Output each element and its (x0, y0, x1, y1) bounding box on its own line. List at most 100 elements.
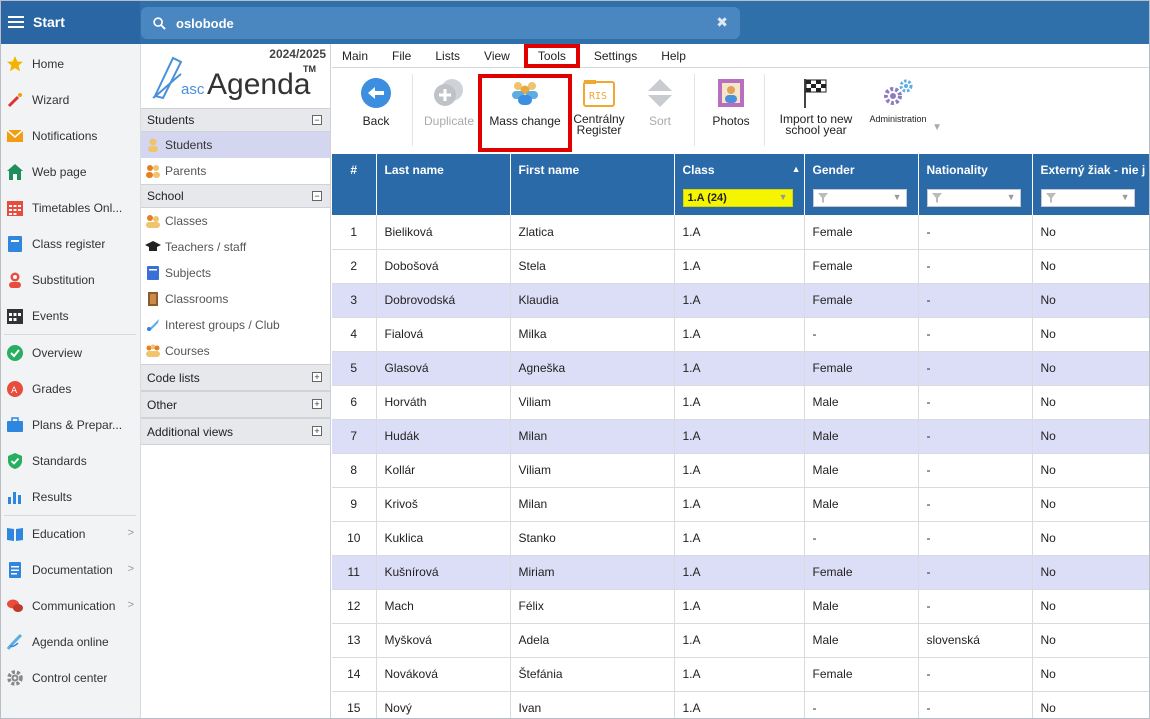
class-filter-dropdown[interactable]: 1.A (24) ▼ (682, 189, 793, 207)
cell-nationality[interactable]: - (918, 317, 1033, 352)
table-row[interactable]: 4 Fialová Milka 1.A - - No (332, 317, 1150, 352)
column-header-nationality[interactable]: Nationality ▼ (918, 154, 1033, 215)
cell-class[interactable]: 1.A (674, 555, 805, 590)
column-header-external-student[interactable]: Externý žiak - nie j ▼ (1032, 154, 1150, 215)
cell-number[interactable]: 8 (332, 453, 377, 488)
cell-last-name[interactable]: Kollár (376, 453, 511, 488)
cell-last-name[interactable]: Kuklica (376, 521, 511, 556)
cell-gender[interactable]: Female (804, 555, 919, 590)
cell-number[interactable]: 1 (332, 215, 377, 250)
cell-nationality[interactable]: slovenská (918, 623, 1033, 658)
cell-gender[interactable]: Male (804, 385, 919, 420)
cell-first-name[interactable]: Klaudia (510, 283, 675, 318)
menu-file[interactable]: File (382, 44, 421, 68)
sub-item-courses[interactable]: Courses (141, 338, 330, 364)
cell-nationality[interactable]: - (918, 691, 1033, 719)
table-row[interactable]: 7 Hudák Milan 1.A Male - No (332, 419, 1150, 454)
cell-external[interactable]: No (1032, 249, 1150, 284)
sub-item-parents[interactable]: Parents (141, 158, 330, 184)
expand-icon[interactable]: + (312, 399, 322, 409)
cell-class[interactable]: 1.A (674, 657, 805, 692)
cell-nationality[interactable]: - (918, 283, 1033, 318)
cell-number[interactable]: 14 (332, 657, 377, 692)
cell-external[interactable]: No (1032, 385, 1150, 420)
section-school[interactable]: School − (141, 184, 330, 208)
nav-item-education[interactable]: Education > (0, 516, 140, 552)
nav-item-documentation[interactable]: Documentation > (0, 552, 140, 588)
cell-number[interactable]: 10 (332, 521, 377, 556)
section-code-lists[interactable]: Code lists + (141, 364, 330, 391)
cell-class[interactable]: 1.A (674, 691, 805, 719)
cell-nationality[interactable]: - (918, 385, 1033, 420)
cell-first-name[interactable]: Stela (510, 249, 675, 284)
cell-last-name[interactable]: Dobrovodská (376, 283, 511, 318)
search-input[interactable]: oslobode ✖ (141, 7, 740, 39)
cell-first-name[interactable]: Ivan (510, 691, 675, 719)
menu-tools[interactable]: Tools (523, 43, 580, 68)
cell-nationality[interactable]: - (918, 657, 1033, 692)
cell-class[interactable]: 1.A (674, 623, 805, 658)
table-row[interactable]: 5 Glasová Agneška 1.A Female - No (332, 351, 1150, 386)
nav-item-standards[interactable]: Standards (0, 443, 140, 479)
cell-number[interactable]: 9 (332, 487, 377, 522)
section-other[interactable]: Other + (141, 391, 330, 418)
sub-item-students[interactable]: Students (141, 132, 330, 158)
cell-last-name[interactable]: Dobošová (376, 249, 511, 284)
cell-external[interactable]: No (1032, 487, 1150, 522)
clear-search-icon[interactable]: ✖ (716, 14, 728, 31)
cell-last-name[interactable]: Fialová (376, 317, 511, 352)
cell-class[interactable]: 1.A (674, 521, 805, 556)
table-row[interactable]: 1 Bieliková Zlatica 1.A Female - No (332, 215, 1150, 250)
table-row[interactable]: 10 Kuklica Stanko 1.A - - No (332, 521, 1150, 556)
cell-last-name[interactable]: Glasová (376, 351, 511, 386)
table-row[interactable]: 15 Nový Ivan 1.A - - No (332, 691, 1150, 719)
nav-item-grades[interactable]: A Grades (0, 371, 140, 407)
cell-class[interactable]: 1.A (674, 283, 805, 318)
cell-external[interactable]: No (1032, 215, 1150, 250)
cell-external[interactable]: No (1032, 317, 1150, 352)
sub-item-classes[interactable]: Classes (141, 208, 330, 234)
menu-settings[interactable]: Settings (584, 44, 647, 68)
centralny-register-button[interactable]: RIS Centrálny Register (570, 76, 628, 136)
expand-icon[interactable]: + (312, 426, 322, 436)
cell-gender[interactable]: Male (804, 589, 919, 624)
sub-item-classrooms[interactable]: Classrooms (141, 286, 330, 312)
nav-item-wizard[interactable]: Wizard (0, 82, 140, 118)
cell-last-name[interactable]: Horváth (376, 385, 511, 420)
cell-number[interactable]: 13 (332, 623, 377, 658)
cell-gender[interactable]: Male (804, 487, 919, 522)
cell-nationality[interactable]: - (918, 589, 1033, 624)
cell-class[interactable]: 1.A (674, 249, 805, 284)
table-row[interactable]: 8 Kollár Viliam 1.A Male - No (332, 453, 1150, 488)
nav-item-results[interactable]: Results (0, 479, 140, 515)
section-students[interactable]: Students − (141, 108, 330, 132)
cell-external[interactable]: No (1032, 521, 1150, 556)
cell-first-name[interactable]: Agneška (510, 351, 675, 386)
cell-number[interactable]: 15 (332, 691, 377, 719)
column-header-gender[interactable]: Gender ▼ (804, 154, 919, 215)
cell-external[interactable]: No (1032, 691, 1150, 719)
menu-main[interactable]: Main (332, 44, 378, 68)
table-row[interactable]: 12 Mach Félix 1.A Male - No (332, 589, 1150, 624)
cell-first-name[interactable]: Stanko (510, 521, 675, 556)
cell-external[interactable]: No (1032, 351, 1150, 386)
cell-class[interactable]: 1.A (674, 589, 805, 624)
cell-gender[interactable]: Male (804, 623, 919, 658)
cell-first-name[interactable]: Félix (510, 589, 675, 624)
nav-item-class-register[interactable]: Class register (0, 226, 140, 262)
table-row[interactable]: 9 Krivoš Milan 1.A Male - No (332, 487, 1150, 522)
cell-gender[interactable]: Male (804, 453, 919, 488)
back-button[interactable]: Back (354, 76, 398, 128)
start-menu-button[interactable]: Start (0, 0, 140, 44)
menu-view[interactable]: View (474, 44, 520, 68)
cell-gender[interactable]: - (804, 691, 919, 719)
nav-item-notifications[interactable]: Notifications (0, 118, 140, 154)
cell-nationality[interactable]: - (918, 487, 1033, 522)
cell-class[interactable]: 1.A (674, 351, 805, 386)
cell-number[interactable]: 3 (332, 283, 377, 318)
nav-item-agenda-online[interactable]: Agenda online (0, 624, 140, 660)
cell-number[interactable]: 6 (332, 385, 377, 420)
cell-external[interactable]: No (1032, 555, 1150, 590)
column-header-last-name[interactable]: Last name (376, 154, 511, 215)
cell-class[interactable]: 1.A (674, 385, 805, 420)
